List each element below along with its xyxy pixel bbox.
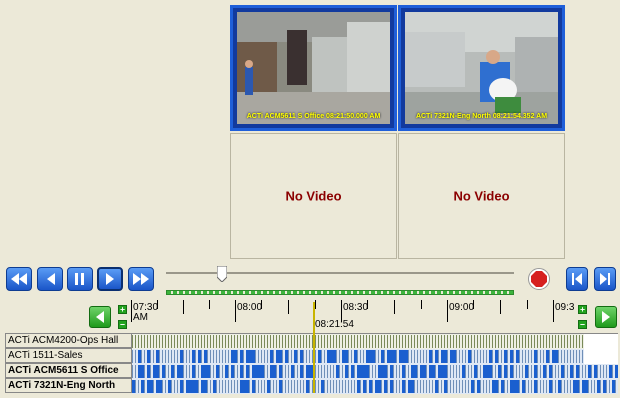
camera-osd-1: ACTi ACM5611 S Office 08:21:50.000 AM xyxy=(246,113,381,120)
playhead-cursor[interactable] xyxy=(313,302,315,393)
empty-left-panel xyxy=(0,3,230,257)
camera-osd-2: ACTi 7321N-Eng North 08:21:54.352 AM xyxy=(415,113,548,120)
camera-feed-1: ACTi ACM5611 S Office 08:21:50.000 AM xyxy=(237,12,390,124)
go-start-icon xyxy=(572,273,582,285)
camera-feed-2: ACTi 7321N-Eng North 08:21:54.352 AM xyxy=(405,12,558,124)
recording-track-2[interactable] xyxy=(132,349,584,364)
slider-thumb-icon xyxy=(216,265,228,283)
camera-tile-1[interactable]: ACTi ACM5611 S Office 08:21:50.000 AM xyxy=(230,5,397,131)
step-back-button[interactable] xyxy=(37,267,63,291)
zoom-in-left-button[interactable]: + xyxy=(118,305,127,314)
camera-tile-3[interactable]: No Video xyxy=(230,133,397,259)
video-grid: ACTi ACM5611 S Office 08:21:50.000 AM AC… xyxy=(0,0,620,262)
zoom-out-left-button[interactable]: − xyxy=(118,320,127,329)
buffer-bar xyxy=(166,290,514,295)
playback-controls xyxy=(0,262,620,300)
no-video-label-3: No Video xyxy=(285,188,342,204)
recording-tracks[interactable] xyxy=(132,333,618,394)
recording-track-1[interactable] xyxy=(132,334,584,349)
timeline-row-label-4[interactable]: ACTi 7321N-Eng North xyxy=(5,378,132,393)
time-ruler[interactable]: 07:30 AM 08:00 08:30 09:00 09:3 08:21:54 xyxy=(131,300,586,332)
timeline-row-label-1[interactable]: ACTi ACM4200-Ops Hall xyxy=(5,333,132,348)
go-start-button[interactable] xyxy=(566,267,588,291)
timeline-back-button[interactable] xyxy=(89,306,111,328)
fast-forward-icon xyxy=(133,273,149,285)
cursor-time-label: 08:21:54 xyxy=(315,319,354,330)
tick-label-0900: 09:00 xyxy=(449,302,475,313)
fast-forward-button[interactable] xyxy=(128,267,154,291)
rewind-button[interactable] xyxy=(6,267,32,291)
timeline-row-label-2[interactable]: ACTi 1511-Sales xyxy=(5,348,132,363)
recording-track-3[interactable] xyxy=(132,364,618,379)
go-end-button[interactable] xyxy=(594,267,616,291)
pause-button[interactable] xyxy=(67,267,93,291)
tick-label-0730-am: AM xyxy=(133,312,148,323)
timeline-forward-button[interactable] xyxy=(595,306,617,328)
play-icon xyxy=(106,273,114,285)
seek-thumb[interactable] xyxy=(216,265,228,283)
timeline-row-label-3[interactable]: ACTi ACM5611 S Office xyxy=(5,363,132,378)
go-end-icon xyxy=(600,273,610,285)
record-button[interactable] xyxy=(528,268,550,290)
timeline-back-icon xyxy=(96,311,104,323)
camera-tile-4[interactable]: No Video xyxy=(398,133,565,259)
play-button[interactable] xyxy=(97,267,123,291)
pause-icon xyxy=(75,273,84,285)
rewind-icon xyxy=(11,273,27,285)
camera-tile-2[interactable]: ACTi 7321N-Eng North 08:21:54.352 AM xyxy=(398,5,565,131)
step-back-icon xyxy=(47,273,55,285)
zoom-out-right-button[interactable]: − xyxy=(578,320,587,329)
tick-label-0930: 09:3 xyxy=(555,302,575,313)
recording-track-4[interactable] xyxy=(132,379,618,394)
tick-label-0830: 08:30 xyxy=(343,302,369,313)
timeline-panel: + − 07:30 AM 08:00 08:30 09:00 09:3 08:2… xyxy=(0,300,620,398)
record-icon xyxy=(531,271,547,287)
timeline-forward-icon xyxy=(602,311,610,323)
zoom-in-right-button[interactable]: + xyxy=(578,305,587,314)
no-video-label-4: No Video xyxy=(453,188,510,204)
tick-label-0800: 08:00 xyxy=(237,302,263,313)
